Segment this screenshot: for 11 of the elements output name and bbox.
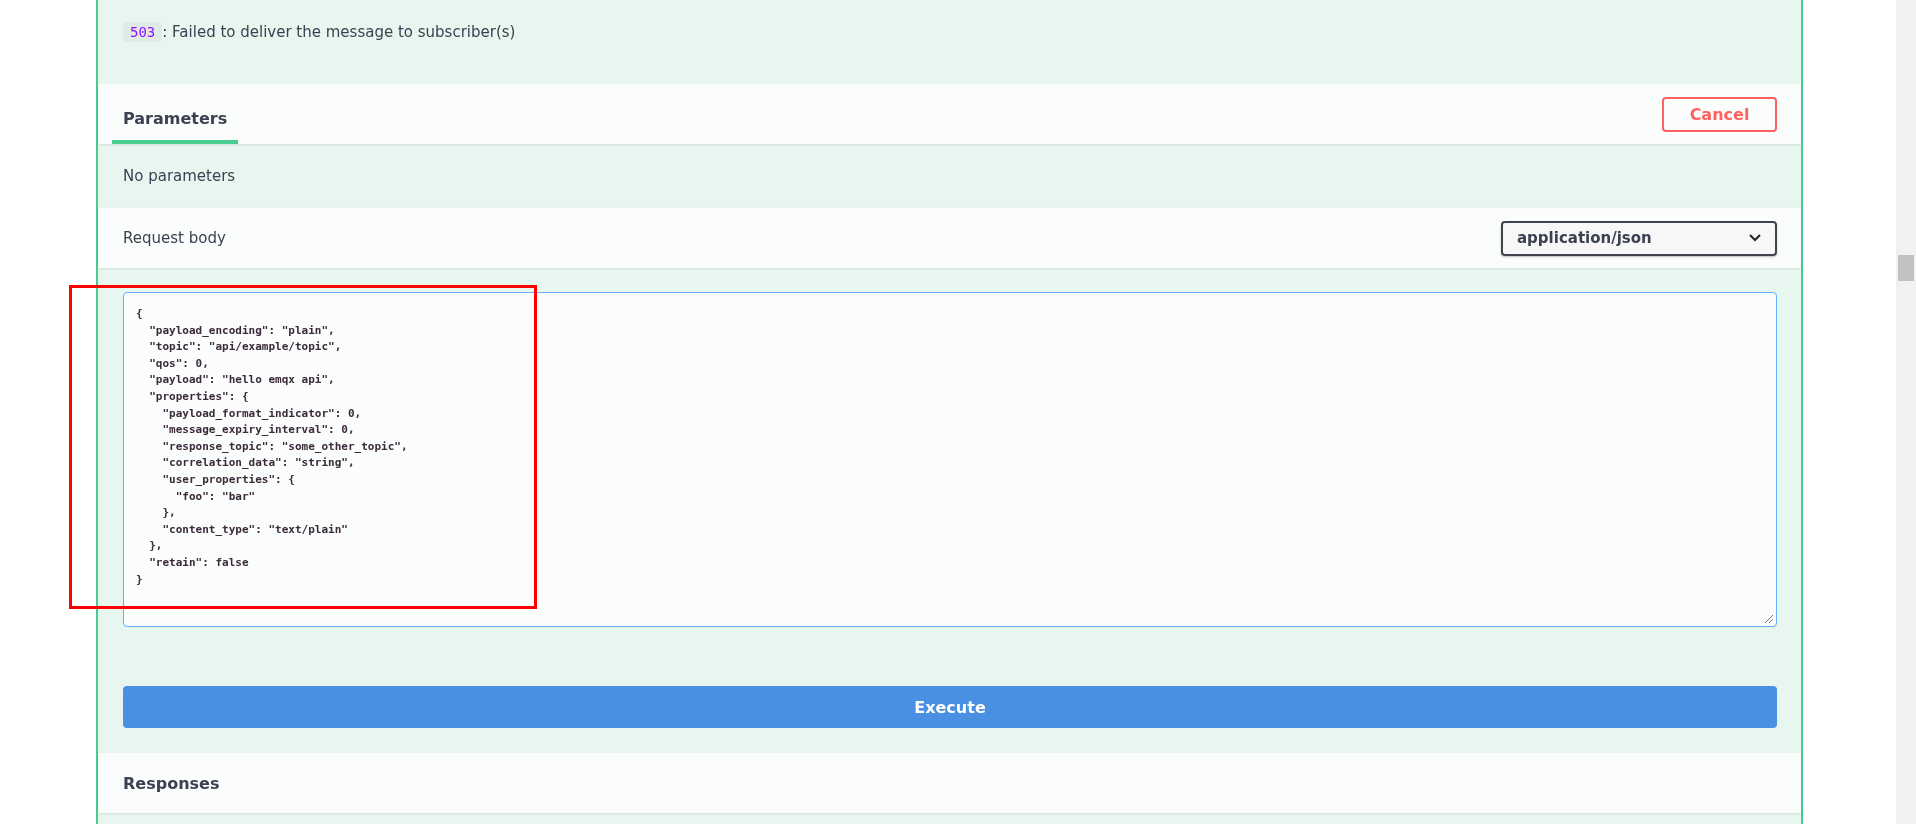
- scrollbar-thumb[interactable]: [1898, 255, 1914, 281]
- status-description: : Failed to deliver the message to subscriber(s): [162, 23, 516, 41]
- content-type-select[interactable]: application/json: [1501, 220, 1777, 256]
- no-parameters-text: No parameters: [123, 167, 236, 185]
- chevron-down-icon: [1749, 234, 1761, 242]
- parameters-tab[interactable]: Parameters: [112, 84, 239, 144]
- resize-handle-icon[interactable]: [1764, 614, 1774, 624]
- responses-heading: Responses: [123, 773, 220, 793]
- request-body-label: Request body: [123, 229, 226, 247]
- request-body-editor[interactable]: { "payload_encoding": "plain", "topic": "api/example/topic", "qos": 0, "payload": "hello emqx api", "properties": { "payload_format_indicator": 0, "message_expiry_interval": 0, "response_topic": "some_other_topic", "correlation_data": "string", "user_properties": { "foo": "bar" }, "content_type": "text/plain" }, "retain": false }: [123, 292, 1777, 627]
- status-code: 503: [123, 22, 163, 42]
